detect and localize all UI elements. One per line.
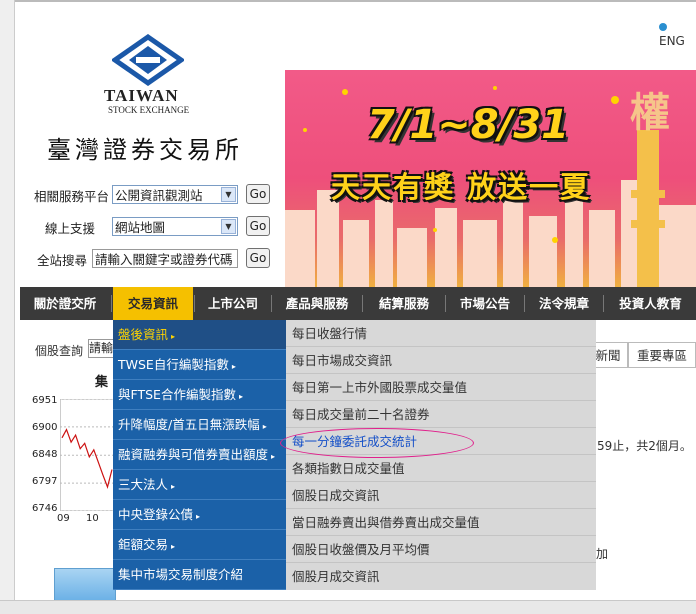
submenu-arrow-icon: ▸ bbox=[231, 362, 236, 371]
nav-divider bbox=[194, 295, 195, 312]
nav-item-about[interactable]: 關於證交所 bbox=[20, 287, 110, 320]
stock-quote-input[interactable]: 請輸 bbox=[88, 339, 114, 358]
dropdown-arrow-icon[interactable]: ▼ bbox=[221, 187, 236, 202]
menu-item-label: 升降幅度/首五日無漲跌幅 bbox=[118, 417, 260, 432]
trading-info-menu: 盤後資訊 ▸ TWSE自行編製指數 ▸ 與FTSE合作編製指數 ▸ 升降幅度/首五日無… bbox=[113, 320, 287, 590]
service-platform-go-button[interactable]: Go bbox=[246, 184, 270, 204]
twse-logo-icon[interactable] bbox=[112, 34, 184, 86]
submenu-item-daily-market[interactable]: 每日市場成交資訊 bbox=[286, 347, 596, 374]
chart-title: 集 bbox=[95, 375, 109, 390]
menu-item-label: 中央登錄公債 bbox=[118, 507, 194, 522]
menu-item-label: 鉅額交易 bbox=[118, 537, 169, 552]
nav-item-investor-education[interactable]: 投資人教育 bbox=[605, 287, 696, 320]
menu-item-block-trading[interactable]: 鉅額交易 ▸ bbox=[113, 530, 287, 560]
submenu-arrow-icon: ▸ bbox=[196, 512, 201, 521]
menu-item-label: 融資融券與可借券賣出額度 bbox=[118, 447, 269, 462]
online-support-select[interactable]: 網站地圖 ▼ bbox=[112, 217, 238, 236]
promo-banner[interactable]: 權 7/1~8/31 天天有獎 放送一夏 bbox=[285, 70, 696, 287]
nav-item-regulations[interactable]: 法令規章 bbox=[526, 287, 602, 320]
service-platform-value: 公開資訊觀測站 bbox=[115, 188, 203, 203]
menu-item-label: 三大法人 bbox=[118, 477, 169, 492]
banner-corner-character: 權 bbox=[630, 90, 670, 136]
bullet-icon bbox=[659, 23, 667, 31]
banner-date-text: 7/1~8/31 bbox=[367, 102, 569, 148]
submenu-item-foreign-stocks[interactable]: 每日第一上市外國股票成交量值 bbox=[286, 374, 596, 401]
browser-status-bar bbox=[0, 600, 696, 614]
submenu-arrow-icon: ▸ bbox=[271, 452, 276, 461]
menu-item-trading-system[interactable]: 集中市場交易制度介紹 bbox=[113, 560, 287, 590]
site-search-go-button[interactable]: Go bbox=[246, 248, 270, 268]
menu-item-price-limits[interactable]: 升降幅度/首五日無漲跌幅 ▸ bbox=[113, 410, 287, 440]
news-tabs: 新聞 重要專區 bbox=[588, 342, 696, 368]
x-tick-label: 10 bbox=[86, 513, 99, 524]
menu-item-margin-trading[interactable]: 融資融券與可借券賣出額度 ▸ bbox=[113, 440, 287, 470]
site-search-input[interactable]: 請輸入關鍵字或證券代碼 bbox=[92, 249, 238, 268]
tab-special-zone[interactable]: 重要專區 bbox=[628, 342, 696, 368]
logo-english-name: TAIWAN bbox=[104, 86, 179, 105]
submenu-arrow-icon: ▸ bbox=[171, 482, 176, 491]
nav-divider bbox=[111, 295, 112, 312]
nav-item-market-notices[interactable]: 市場公告 bbox=[447, 287, 523, 320]
banner-slogan-text: 天天有獎 放送一夏 bbox=[331, 170, 592, 204]
nav-divider bbox=[445, 295, 446, 312]
menu-item-label: 盤後資訊 bbox=[118, 327, 169, 342]
submenu-arrow-icon: ▸ bbox=[262, 422, 267, 431]
nav-divider bbox=[362, 295, 363, 312]
submenu-item-stock-monthly[interactable]: 個股月成交資訊 bbox=[286, 563, 596, 590]
submenu-arrow-icon: ▸ bbox=[171, 332, 176, 341]
menu-item-government-bonds[interactable]: 中央登錄公債 ▸ bbox=[113, 500, 287, 530]
logo-english-subtitle: STOCK EXCHANGE bbox=[108, 105, 190, 115]
service-platform-select[interactable]: 公開資訊觀測站 ▼ bbox=[112, 185, 238, 204]
site-search-placeholder: 請輸入關鍵字或證券代碼 bbox=[95, 252, 233, 267]
online-support-label: 線上支援 bbox=[44, 221, 95, 236]
submenu-item-index-volume[interactable]: 各類指數日成交量值 bbox=[286, 455, 596, 482]
menu-item-label: 與FTSE合作編製指數 bbox=[118, 387, 236, 402]
lang-link[interactable]: ENG bbox=[659, 34, 685, 48]
service-platform-label: 相關服務平台 bbox=[33, 189, 109, 204]
browser-top-edge bbox=[0, 0, 696, 2]
nav-divider bbox=[603, 295, 604, 312]
highlight-ellipse-annotation bbox=[280, 428, 474, 458]
menu-item-ftse-index[interactable]: 與FTSE合作編製指數 ▸ bbox=[113, 380, 287, 410]
promo-thumbnail[interactable] bbox=[54, 568, 116, 602]
nav-item-products-services[interactable]: 產品與服務 bbox=[273, 287, 361, 320]
menu-item-twse-index[interactable]: TWSE自行編製指數 ▸ bbox=[113, 350, 287, 380]
nav-item-clearing[interactable]: 結算服務 bbox=[364, 287, 444, 320]
nav-item-trading-info[interactable]: 交易資訊 bbox=[113, 287, 193, 320]
notice-text-fragment: 加 bbox=[596, 547, 609, 561]
submenu-item-top20-volume[interactable]: 每日成交量前二十名證券 bbox=[286, 401, 596, 428]
submenu-arrow-icon: ▸ bbox=[238, 392, 243, 401]
submenu-item-closing-monthly-avg[interactable]: 個股日收盤價及月平均價 bbox=[286, 536, 596, 563]
browser-left-scroll-area bbox=[0, 0, 15, 613]
index-line-chart bbox=[60, 399, 114, 511]
submenu-item-short-selling[interactable]: 當日融券賣出與借券賣出成交量值 bbox=[286, 509, 596, 536]
nav-divider bbox=[271, 295, 272, 312]
menu-item-institutional-investors[interactable]: 三大法人 ▸ bbox=[113, 470, 287, 500]
online-support-value: 網站地圖 bbox=[115, 220, 166, 235]
online-support-go-button[interactable]: Go bbox=[246, 216, 270, 236]
stock-quote-label: 個股查詢 bbox=[35, 344, 84, 358]
dropdown-arrow-icon[interactable]: ▼ bbox=[221, 219, 236, 234]
submenu-item-daily-closing[interactable]: 每日收盤行情 bbox=[286, 320, 596, 347]
nav-divider bbox=[524, 295, 525, 312]
nav-item-listed-companies[interactable]: 上市公司 bbox=[196, 287, 270, 320]
menu-item-label: TWSE自行編製指數 bbox=[118, 357, 229, 372]
submenu-item-stock-daily[interactable]: 個股日成交資訊 bbox=[286, 482, 596, 509]
logo-chinese-name: 臺灣證券交易所 bbox=[47, 136, 243, 164]
notice-text: 59止，共2個月。 bbox=[597, 439, 692, 453]
site-search-label: 全站搜尋 bbox=[36, 253, 87, 268]
x-tick-label: 09 bbox=[57, 513, 70, 524]
language-switch[interactable]: ENG bbox=[659, 20, 696, 48]
submenu-arrow-icon: ▸ bbox=[171, 542, 176, 551]
menu-item-label: 集中市場交易制度介紹 bbox=[118, 567, 244, 582]
menu-item-after-hours[interactable]: 盤後資訊 ▸ bbox=[113, 320, 287, 350]
main-nav: 關於證交所 交易資訊 上市公司 產品與服務 結算服務 市場公告 法令規章 投資人… bbox=[20, 287, 696, 320]
